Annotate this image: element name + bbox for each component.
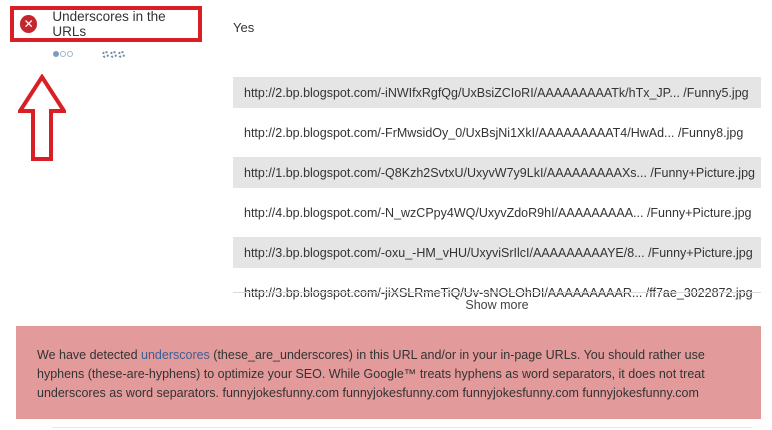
underscores-link[interactable]: underscores (141, 348, 210, 362)
difficulty-gear-icon (118, 51, 125, 58)
advice-text-start: We have detected (37, 348, 142, 362)
show-more-button[interactable]: Show more (233, 298, 761, 312)
difficulty-gear-icon (110, 51, 117, 58)
highlighted-check-title[interactable]: ✕ Underscores in the URLs (10, 6, 202, 42)
advice-box: We have detected underscores (these_are_… (16, 326, 761, 419)
url-row: http://4.bp.blogspot.com/-N_wzCPpy4WQ/Ux… (244, 205, 752, 220)
importance-dot-icon (60, 51, 66, 57)
divider (52, 427, 752, 428)
url-row: http://2.bp.blogspot.com/-iNWIfxRgfQg/Ux… (233, 77, 761, 108)
importance-dot-filled-icon (53, 51, 59, 57)
url-row: http://2.bp.blogspot.com/-FrMwsidOy_0/Ux… (244, 125, 744, 140)
check-result-value: Yes (233, 20, 255, 35)
url-row: http://3.bp.blogspot.com/-oxu_-HM_vHU/Ux… (233, 237, 761, 268)
check-title: Underscores in the URLs (52, 9, 166, 39)
x-circle-icon: ✕ (20, 15, 38, 33)
difficulty-gear-icon (102, 51, 109, 58)
importance-rating (53, 51, 73, 57)
url-row: http://1.bp.blogspot.com/-Q8Kzh2SvtxU/Ux… (233, 157, 761, 188)
difficulty-rating (102, 51, 125, 58)
up-arrow-icon (18, 74, 66, 161)
divider (233, 292, 761, 293)
importance-dot-icon (67, 51, 73, 57)
url-list: http://2.bp.blogspot.com/-iNWIfxRgfQg/Ux… (233, 77, 761, 317)
